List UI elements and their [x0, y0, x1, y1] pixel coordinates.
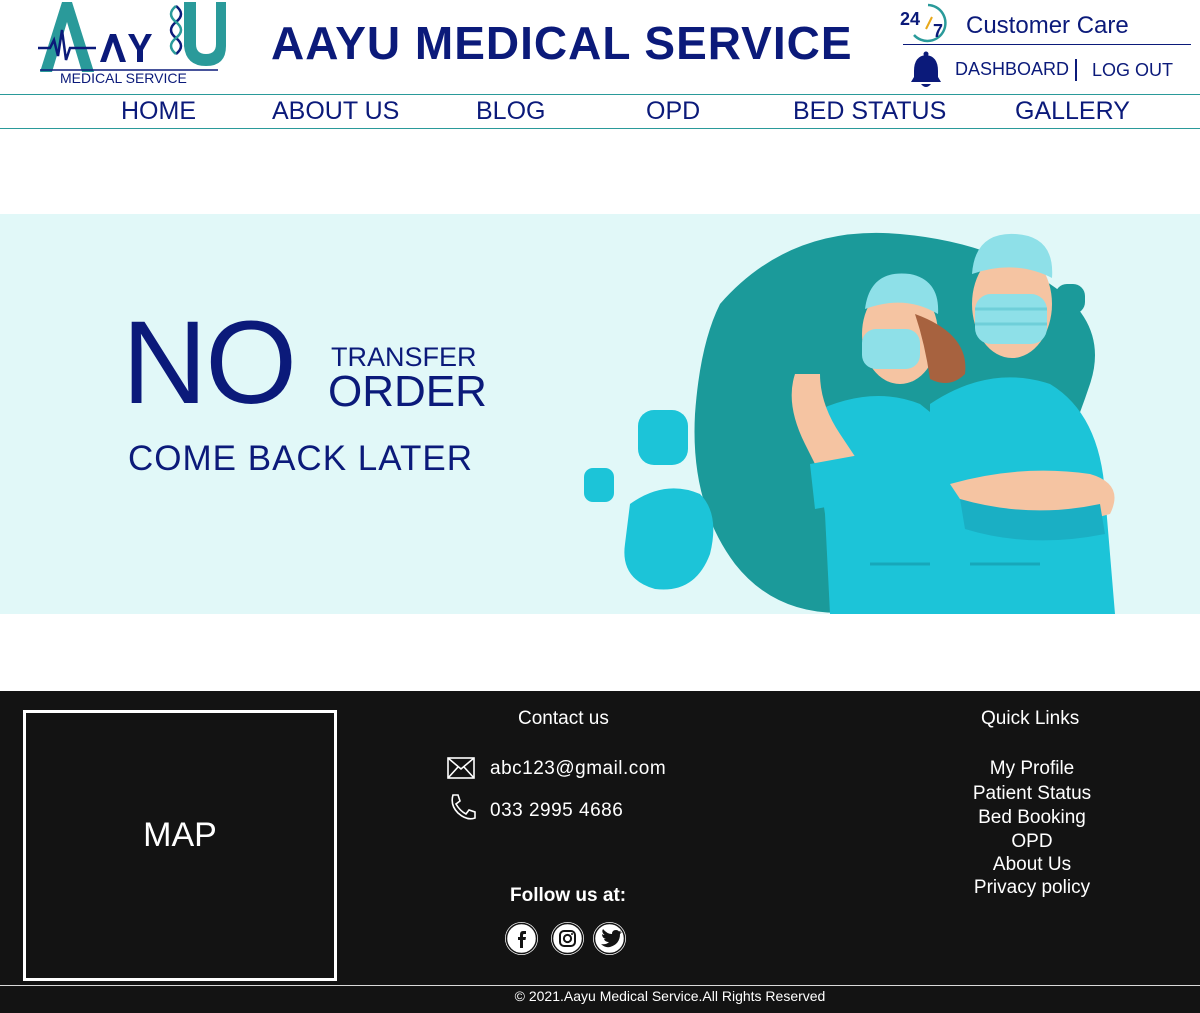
quick-link-patient-status[interactable]: Patient Status	[932, 783, 1132, 805]
no-transfer-banner: NO TRANSFER ORDER COME BACK LATER	[0, 214, 1200, 614]
nav-gallery[interactable]: GALLERY	[1015, 97, 1130, 126]
divider	[0, 985, 1200, 986]
site-title: AAYU MEDICAL SERVICE	[271, 17, 853, 69]
logout-link[interactable]: LOG OUT	[1092, 60, 1173, 81]
contact-phone[interactable]: 033 2995 4686	[490, 800, 623, 822]
banner-order-text: ORDER	[328, 367, 487, 416]
contact-email[interactable]: abc123@gmail.com	[490, 758, 666, 780]
quick-links-title: Quick Links	[981, 708, 1080, 729]
banner-no-text: NO	[122, 297, 297, 429]
nav-opd[interactable]: OPD	[646, 97, 700, 126]
logo-subtitle: MEDICAL SERVICE	[60, 70, 187, 86]
doctors-illustration	[584, 232, 1115, 614]
svg-text:24: 24	[900, 9, 920, 29]
customer-care-label[interactable]: Customer Care	[966, 12, 1129, 40]
main-nav: HOME ABOUT US BLOG OPD BED STATUS GALLER…	[0, 94, 1200, 129]
banner-come-back-text: COME BACK LATER	[128, 439, 473, 478]
nav-blog[interactable]: BLOG	[476, 97, 545, 126]
svg-text:7: 7	[933, 21, 943, 41]
nav-bed-status[interactable]: BED STATUS	[793, 97, 946, 126]
follow-title: Follow us at:	[510, 885, 627, 906]
divider	[1075, 59, 1077, 81]
mail-icon	[447, 757, 475, 779]
quick-link-bed-booking[interactable]: Bed Booking	[932, 807, 1132, 829]
site-header: MEDICAL SERVICE AAYU MEDICAL SERVICE 24 …	[0, 0, 1200, 95]
customer-care-24-7-icon: 24 7	[900, 3, 947, 43]
facebook-icon[interactable]	[505, 922, 538, 955]
copyright-text: © 2021.Aayu Medical Service.All Rights R…	[514, 988, 826, 1004]
phone-icon	[451, 794, 476, 820]
instagram-icon[interactable]	[551, 922, 584, 955]
quick-link-opd[interactable]: OPD	[932, 831, 1132, 853]
map-placeholder[interactable]: MAP	[23, 710, 337, 981]
bell-icon[interactable]	[910, 51, 942, 89]
aayu-logo[interactable]: MEDICAL SERVICE	[36, 0, 228, 90]
quick-link-privacy-policy[interactable]: Privacy policy	[932, 877, 1132, 899]
dashboard-link[interactable]: DASHBOARD	[955, 59, 1069, 80]
map-label: MAP	[143, 816, 217, 854]
divider	[903, 44, 1191, 45]
nav-home[interactable]: HOME	[121, 97, 196, 126]
site-footer: MAP Contact us abc123@gmail.com 033 2995…	[0, 691, 1200, 1013]
quick-link-about-us[interactable]: About Us	[932, 854, 1132, 876]
twitter-icon[interactable]	[593, 922, 626, 955]
quick-link-my-profile[interactable]: My Profile	[932, 758, 1132, 780]
contact-title: Contact us	[518, 708, 609, 729]
nav-about-us[interactable]: ABOUT US	[272, 97, 399, 126]
